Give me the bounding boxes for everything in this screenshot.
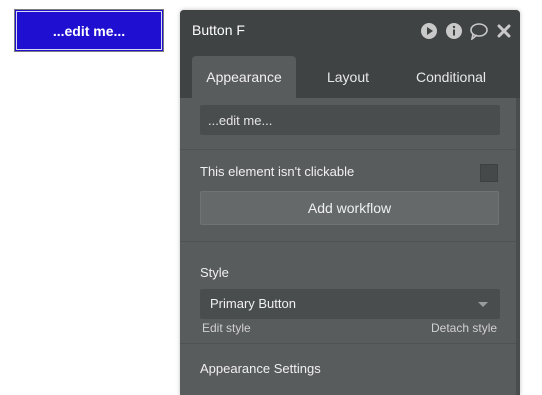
divider (180, 241, 516, 242)
panel-scrollbar[interactable] (516, 98, 520, 395)
property-editor-panel: Button F Appearance Layout Conditional .… (180, 10, 520, 395)
style-select-value: Primary Button (210, 296, 296, 311)
tab-bar: Appearance Layout Conditional (180, 52, 520, 98)
add-workflow-button[interactable]: Add workflow (200, 191, 499, 225)
divider (180, 343, 516, 344)
button-text-value: ...edit me... (208, 113, 273, 128)
tab-appearance[interactable]: Appearance (192, 56, 296, 98)
not-clickable-checkbox[interactable] (480, 164, 498, 182)
tab-conditional[interactable]: Conditional (386, 56, 516, 98)
edit-style-link[interactable]: Edit style (202, 321, 251, 335)
style-label: Style (200, 265, 229, 280)
panel-header: Button F (180, 10, 520, 52)
close-icon[interactable] (494, 21, 514, 41)
play-icon[interactable] (419, 21, 439, 41)
not-clickable-label: This element isn't clickable (200, 164, 355, 179)
panel-title: Button F (192, 22, 245, 38)
button-text-field[interactable]: ...edit me... (200, 105, 500, 135)
canvas-button-f[interactable]: ...edit me... (14, 9, 164, 52)
canvas-button-label: ...edit me... (52, 22, 126, 39)
tab-conditional-label: Conditional (415, 69, 487, 85)
tab-appearance-label: Appearance (206, 69, 282, 85)
chevron-down-icon (478, 302, 488, 307)
header-icons (419, 21, 514, 41)
info-icon[interactable] (444, 21, 464, 41)
detach-style-link[interactable]: Detach style (431, 321, 497, 335)
comment-icon[interactable] (469, 21, 489, 41)
add-workflow-label: Add workflow (307, 200, 392, 216)
tab-layout[interactable]: Layout (310, 56, 386, 98)
tab-layout-label: Layout (326, 69, 370, 85)
divider (180, 149, 516, 150)
appearance-settings-heading: Appearance Settings (200, 361, 321, 376)
style-select[interactable]: Primary Button (200, 289, 500, 319)
